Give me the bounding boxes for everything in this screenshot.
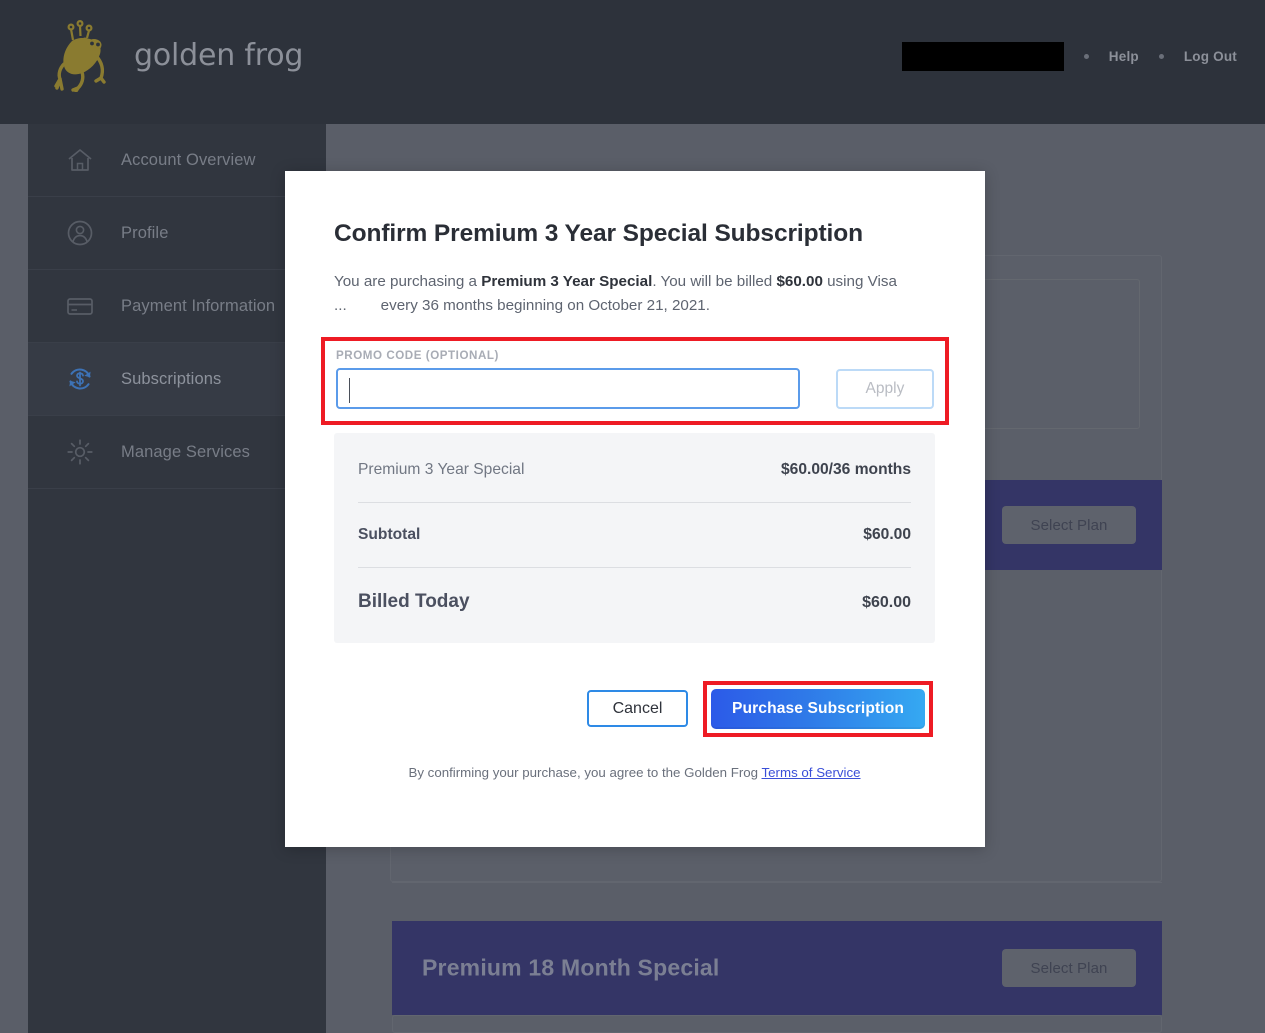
cancel-button[interactable]: Cancel [587, 690, 688, 728]
sidebar-item-label: Profile [121, 223, 169, 242]
modal-title: Confirm Premium 3 Year Special Subscript… [334, 220, 863, 247]
plan-title: Premium 18 Month Special [422, 954, 720, 981]
terms-text: By confirming your purchase, you agree t… [408, 764, 762, 780]
desc-price: $60.00 [776, 273, 823, 291]
modal-description: You are purchasing a Premium 3 Year Spec… [334, 270, 914, 317]
summary-subtotal: Subtotal $60.00 [358, 526, 911, 544]
modal-actions: Cancel Purchase Subscription [334, 680, 935, 737]
brand-wordmark: golden frog [134, 37, 304, 73]
desc-part-4: every 36 months beginning on October 21,… [380, 296, 710, 314]
user-circle-icon [67, 220, 93, 246]
sidebar-item-label: Subscriptions [121, 369, 222, 388]
sidebar-item-profile[interactable]: Profile [28, 197, 326, 270]
gear-icon [67, 439, 93, 465]
separator-dot-icon [1158, 54, 1164, 59]
line-item-value: $60.00/36 months [780, 460, 911, 478]
promo-code-input[interactable] [336, 368, 800, 409]
separator-dot-icon [1083, 54, 1089, 59]
summary-billed-today: Billed Today $60.00 [358, 591, 911, 613]
billed-today-value: $60.00 [862, 593, 911, 611]
order-summary: Premium 3 Year Special $60.00/36 months … [334, 432, 935, 643]
sidebar-item-label: Payment Information [121, 296, 276, 315]
promo-code-label: PROMO CODE (OPTIONAL) [336, 349, 499, 362]
promo-code-highlight: PROMO CODE (OPTIONAL) Apply [321, 337, 949, 425]
plan-body-partial [392, 1015, 1162, 1033]
subtotal-value: $60.00 [863, 525, 911, 543]
sidebar-item-payment-information[interactable]: Payment Information [28, 270, 326, 343]
summary-divider [358, 566, 911, 568]
terms-of-service-link[interactable]: Terms of Service [762, 765, 861, 780]
subscription-refresh-dollar-icon [69, 368, 91, 390]
terms-notice: By confirming your purchase, you agree t… [334, 765, 935, 780]
sidebar-item-subscriptions[interactable]: Subscriptions [28, 343, 326, 416]
sidebar-item-label: Manage Services [121, 442, 250, 461]
line-item-label: Premium 3 Year Special [358, 460, 525, 478]
section-divider [392, 882, 1162, 883]
desc-plan-name: Premium 3 Year Special [481, 273, 653, 291]
apply-promo-button[interactable]: Apply [835, 368, 934, 409]
sidebar-item-account-overview[interactable]: Account Overview [28, 124, 326, 197]
credit-card-icon [67, 298, 93, 315]
billed-today-label: Billed Today [358, 590, 470, 612]
brand-logo[interactable]: golden frog [52, 18, 303, 92]
desc-part-1: You are purchasing a [334, 273, 482, 291]
golden-frog-logo-icon [54, 19, 106, 92]
desc-part-2: . You will be billed [652, 273, 777, 291]
text-cursor [349, 378, 350, 403]
purchase-subscription-button[interactable]: Purchase Subscription [711, 688, 925, 729]
summary-line-item: Premium 3 Year Special $60.00/36 months [358, 461, 911, 479]
header-actions: Help Log Out [901, 42, 1237, 71]
desc-ellipsis: ... [334, 296, 347, 314]
site-header: golden frog Help Log Out [0, 0, 1265, 124]
app-root: golden frog Help Log Out Account Overvie… [0, 0, 1265, 1033]
home-icon [68, 149, 92, 171]
help-link[interactable]: Help [1109, 49, 1139, 64]
desc-part-3: using Visa [822, 273, 897, 291]
promo-code-row: Apply [336, 368, 934, 409]
select-plan-button[interactable]: Select Plan [1002, 949, 1136, 987]
subtotal-label: Subtotal [358, 525, 421, 543]
summary-divider [358, 501, 911, 503]
plan-band-premium-18-month: Premium 18 Month Special Select Plan [392, 921, 1162, 1015]
account-email-redacted [901, 42, 1064, 71]
sidebar-nav: Account Overview Profile Payment Informa… [28, 124, 326, 1033]
select-plan-button[interactable]: Select Plan [1002, 506, 1136, 544]
sidebar-item-label: Account Overview [121, 150, 256, 169]
left-overlay-strip [0, 124, 28, 1033]
sidebar-item-manage-services[interactable]: Manage Services [28, 416, 326, 489]
purchase-button-highlight: Purchase Subscription [703, 680, 933, 737]
logout-link[interactable]: Log Out [1184, 49, 1237, 64]
confirm-subscription-modal: Confirm Premium 3 Year Special Subscript… [285, 171, 985, 847]
